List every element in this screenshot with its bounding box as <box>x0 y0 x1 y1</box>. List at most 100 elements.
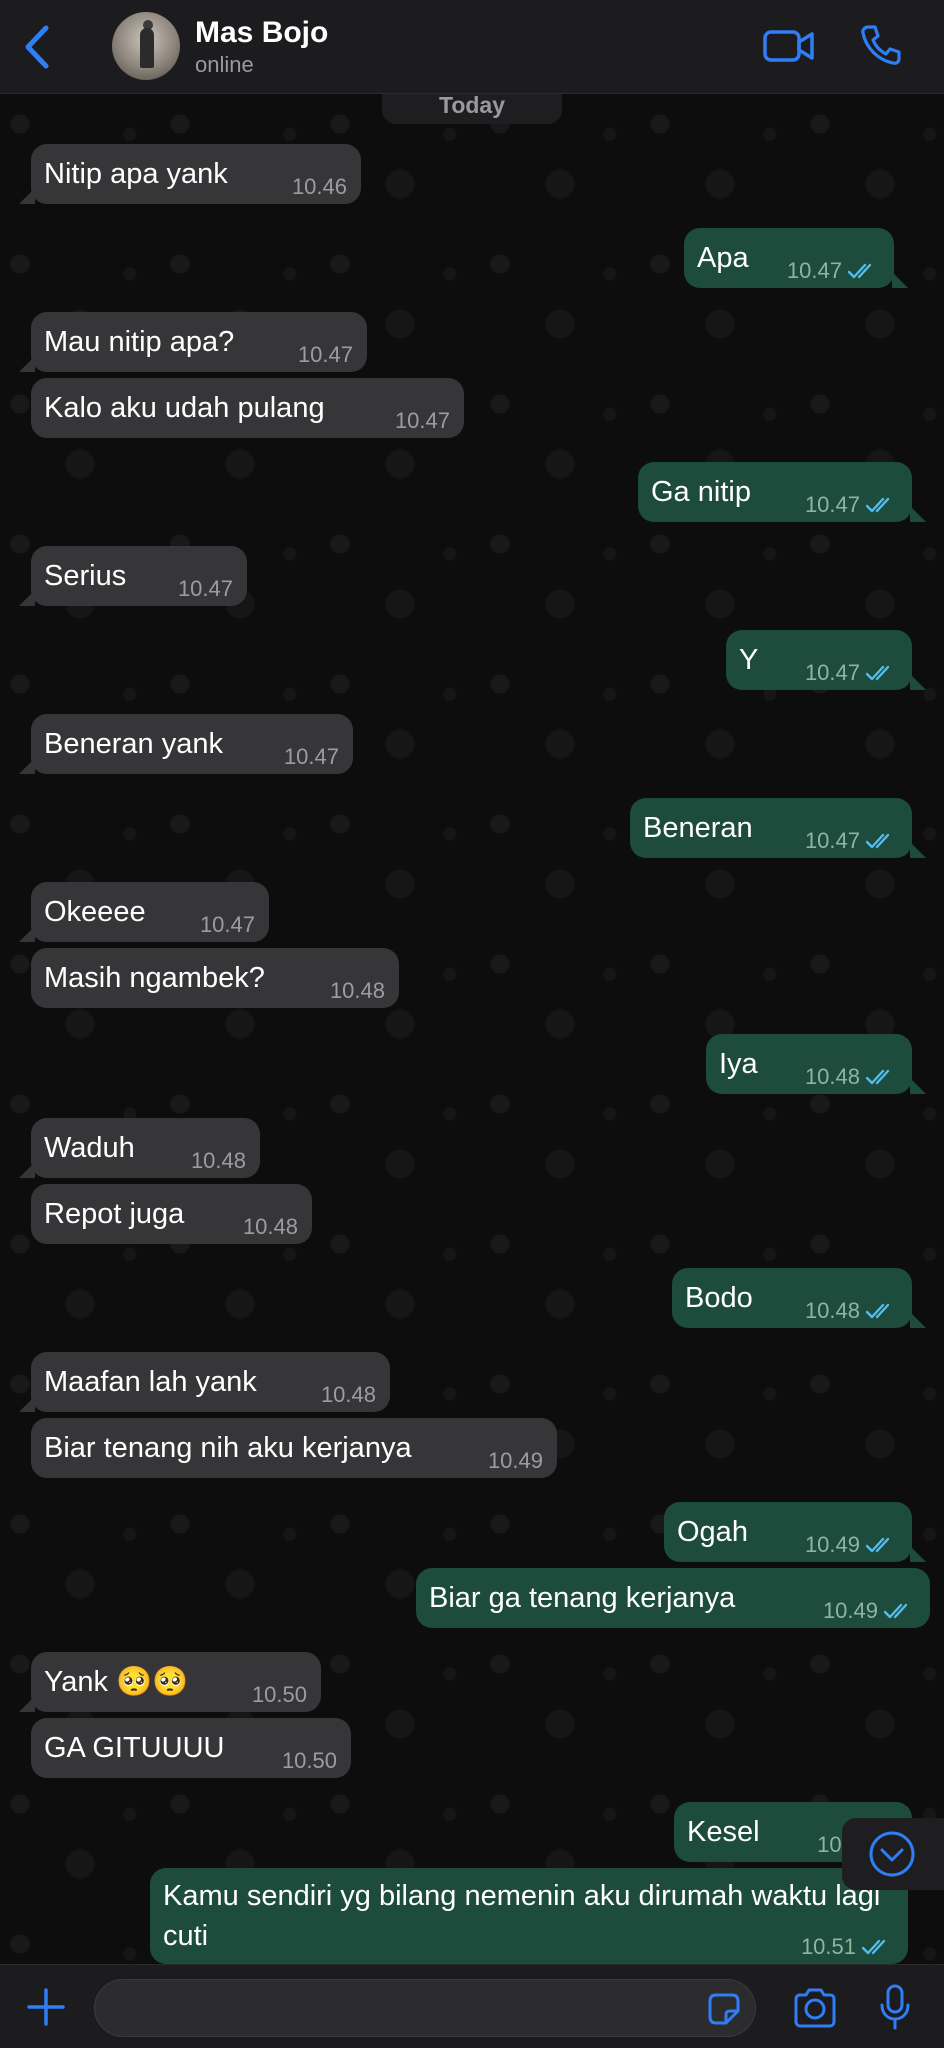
message-text: Repot juga <box>44 1198 185 1230</box>
message-time: 10.47 <box>283 744 339 769</box>
sticker-icon <box>708 1993 740 2025</box>
video-camera-icon <box>763 30 814 62</box>
incoming-message[interactable]: Kalo aku udah pulang 10.47 <box>31 378 464 438</box>
message-meta: 10.48 <box>805 1066 896 1088</box>
outgoing-message[interactable]: Y 10.47 <box>726 630 926 690</box>
outgoing-message[interactable]: Ogah 10.49 <box>664 1502 926 1562</box>
chevron-down-circle-icon <box>869 1831 915 1877</box>
incoming-message[interactable]: Biar tenang nih aku kerjanya 10.49 <box>31 1418 557 1478</box>
message-meta: 10.50 <box>282 1750 337 1772</box>
camera-button[interactable] <box>792 1987 838 2029</box>
read-receipt-icon <box>866 665 890 681</box>
message-meta: 10.48 <box>805 1300 896 1322</box>
attach-button[interactable] <box>26 1987 66 2027</box>
message-meta: 10.47 <box>298 344 353 366</box>
message-time: 10.49 <box>804 1532 860 1557</box>
microphone-icon <box>880 1984 910 2030</box>
message-text: Biar tenang nih aku kerjanya <box>44 1432 412 1464</box>
avatar[interactable] <box>112 12 180 80</box>
message-time: 10.49 <box>487 1448 543 1473</box>
message-text: Kamu sendiri yg bilang nemenin aku dirum… <box>163 1880 881 1952</box>
voice-call-button[interactable] <box>858 22 904 68</box>
message-text: Iya <box>719 1048 758 1080</box>
message-text: Kesel <box>687 1816 760 1848</box>
message-text: Nitip apa yank <box>44 158 228 190</box>
message-text: Okeeee <box>44 896 146 928</box>
message-time: 10.47 <box>786 258 842 283</box>
message-meta: 10.46 <box>292 176 347 198</box>
message-time: 10.48 <box>804 1298 860 1323</box>
chat-area[interactable]: Today Nitip apa yank 10.46 Apa 10.47 Mau nit… <box>0 94 944 1964</box>
message-text: Bodo <box>685 1282 753 1314</box>
incoming-message[interactable]: Okeeee 10.47 <box>19 882 269 942</box>
message-text: Ogah <box>677 1516 748 1548</box>
message-text: Ga nitip <box>651 476 751 508</box>
incoming-message[interactable]: GA GITUUUU 10.50 <box>31 1718 351 1778</box>
outgoing-message[interactable]: Beneran 10.47 <box>630 798 926 858</box>
message-text: GA GITUUUU <box>44 1732 225 1764</box>
read-receipt-icon <box>866 1303 890 1319</box>
input-bar <box>0 1964 944 2048</box>
message-meta: 10.48 <box>243 1216 298 1238</box>
message-time: 10.46 <box>291 174 347 199</box>
read-receipt-icon <box>866 497 890 513</box>
video-call-button[interactable] <box>762 24 816 68</box>
message-time: 10.47 <box>297 342 353 367</box>
chat-header: Mas Bojo online <box>0 0 944 94</box>
message-time: 10.47 <box>394 408 450 433</box>
chevron-left-icon <box>25 25 49 69</box>
incoming-message[interactable]: Waduh 10.48 <box>19 1118 260 1178</box>
incoming-message[interactable]: Nitip apa yank 10.46 <box>19 144 361 204</box>
message-text: Beneran yank <box>44 728 223 760</box>
date-divider: Today <box>382 94 562 124</box>
message-time: 10.47 <box>804 660 860 685</box>
outgoing-message[interactable]: Kamu sendiri yg bilang nemenin aku dirum… <box>150 1868 908 1964</box>
incoming-message[interactable]: Masih ngambek? 10.48 <box>31 948 399 1008</box>
message-time: 10.47 <box>199 912 255 937</box>
message-meta: 10.50 <box>252 1684 307 1706</box>
incoming-message[interactable]: Mau nitip apa? 10.47 <box>19 312 367 372</box>
outgoing-message[interactable]: Biar ga tenang kerjanya 10.49 <box>416 1568 930 1628</box>
message-meta: 10.51 <box>801 1936 892 1958</box>
message-time: 10.47 <box>804 828 860 853</box>
message-text: Mau nitip apa? <box>44 326 235 358</box>
message-text: Beneran <box>643 812 753 844</box>
microphone-button[interactable] <box>878 1983 912 2031</box>
scroll-down-button[interactable] <box>842 1818 944 1890</box>
message-meta: 10.47 <box>787 260 878 282</box>
message-text: Serius <box>44 560 127 592</box>
message-text: Y <box>739 644 759 676</box>
message-meta: 10.47 <box>284 746 339 768</box>
message-text: Masih ngambek? <box>44 962 265 994</box>
incoming-message[interactable]: Serius 10.47 <box>19 546 247 606</box>
outgoing-message[interactable]: Apa 10.47 <box>684 228 908 288</box>
outgoing-message[interactable]: Iya 10.48 <box>706 1034 926 1094</box>
read-receipt-icon <box>848 263 872 279</box>
incoming-message[interactable]: Yank 🥺🥺 10.50 <box>19 1652 321 1712</box>
message-meta: 10.47 <box>805 662 896 684</box>
contact-status: online <box>195 52 254 77</box>
message-meta: 10.48 <box>330 980 385 1002</box>
message-text: Apa <box>697 242 749 274</box>
read-receipt-icon <box>866 833 890 849</box>
contact-name[interactable]: Mas Bojo <box>195 16 328 50</box>
message-meta: 10.47 <box>178 578 233 600</box>
message-input[interactable] <box>94 1979 756 2037</box>
message-time: 10.50 <box>281 1748 337 1773</box>
message-time: 10.48 <box>320 1382 376 1407</box>
message-meta: 10.49 <box>488 1450 543 1472</box>
sticker-button[interactable] <box>706 1991 742 2027</box>
message-meta: 10.49 <box>823 1600 914 1622</box>
message-time: 10.48 <box>190 1148 246 1173</box>
incoming-message[interactable]: Maafan lah yank 10.48 <box>19 1352 390 1412</box>
incoming-message[interactable]: Repot juga 10.48 <box>31 1184 312 1244</box>
message-meta: 10.47 <box>395 410 450 432</box>
outgoing-message[interactable]: Ga nitip 10.47 <box>638 462 926 522</box>
message-meta: 10.48 <box>321 1384 376 1406</box>
back-button[interactable] <box>18 22 58 72</box>
incoming-message[interactable]: Beneran yank 10.47 <box>19 714 353 774</box>
read-receipt-icon <box>866 1069 890 1085</box>
outgoing-message[interactable]: Bodo 10.48 <box>672 1268 926 1328</box>
read-receipt-icon <box>866 1537 890 1553</box>
message-meta: 10.47 <box>805 830 896 852</box>
